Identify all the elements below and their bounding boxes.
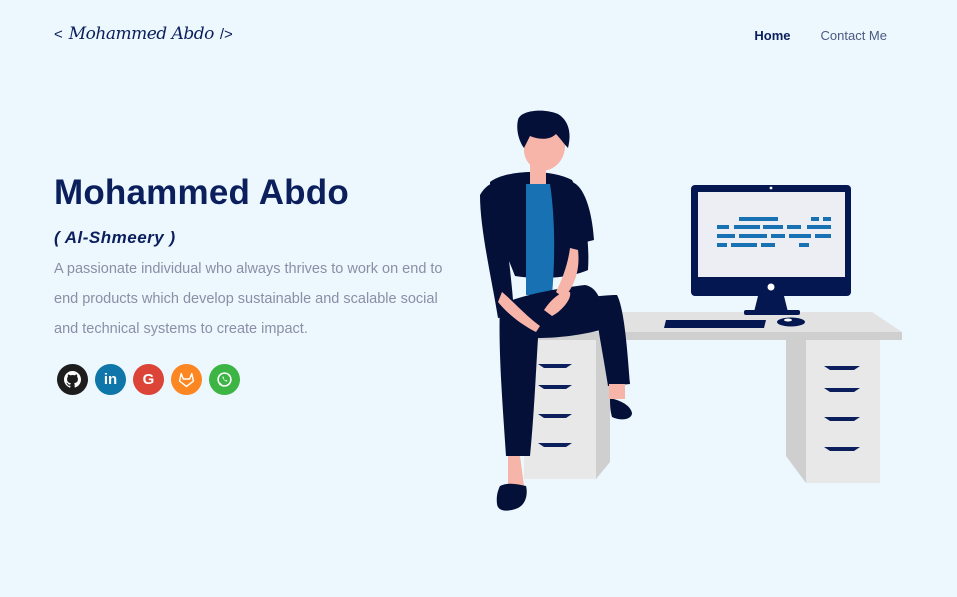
hero-alias: ( Al-Shmeery )	[54, 228, 176, 247]
github-icon	[64, 371, 81, 388]
github-link[interactable]	[57, 364, 88, 395]
whatsapp-icon	[217, 372, 232, 387]
linkedin-link[interactable]: in	[95, 364, 126, 395]
google-icon: G	[142, 371, 155, 388]
main-nav: Home Contact Me	[754, 28, 887, 43]
hero-description: A passionate individual who always thriv…	[54, 261, 443, 337]
whatsapp-link[interactable]	[209, 364, 240, 395]
nav-home-link[interactable]: Home	[754, 28, 790, 43]
site-logo[interactable]: < Mohammed Abdo />	[54, 24, 233, 44]
social-links: in G	[57, 364, 240, 395]
hero-section: Mohammed Abdo ( Al-Shmeery ) A passionat…	[54, 172, 454, 344]
nav-contact-link[interactable]: Contact Me	[821, 28, 887, 43]
linkedin-icon: in	[103, 371, 118, 388]
desk	[500, 312, 902, 483]
logo-signature: Mohammed Abdo	[68, 24, 215, 44]
keyboard	[664, 320, 766, 328]
hero-name: Mohammed Abdo	[54, 173, 349, 212]
developer-desk-illustration	[480, 110, 902, 511]
google-link[interactable]: G	[133, 364, 164, 395]
mouse	[777, 317, 805, 327]
logo-close-bracket: />	[219, 25, 233, 43]
gitlab-icon	[178, 372, 195, 388]
gitlab-link[interactable]	[171, 364, 202, 395]
logo-open-bracket: <	[54, 25, 63, 43]
monitor	[691, 185, 851, 315]
